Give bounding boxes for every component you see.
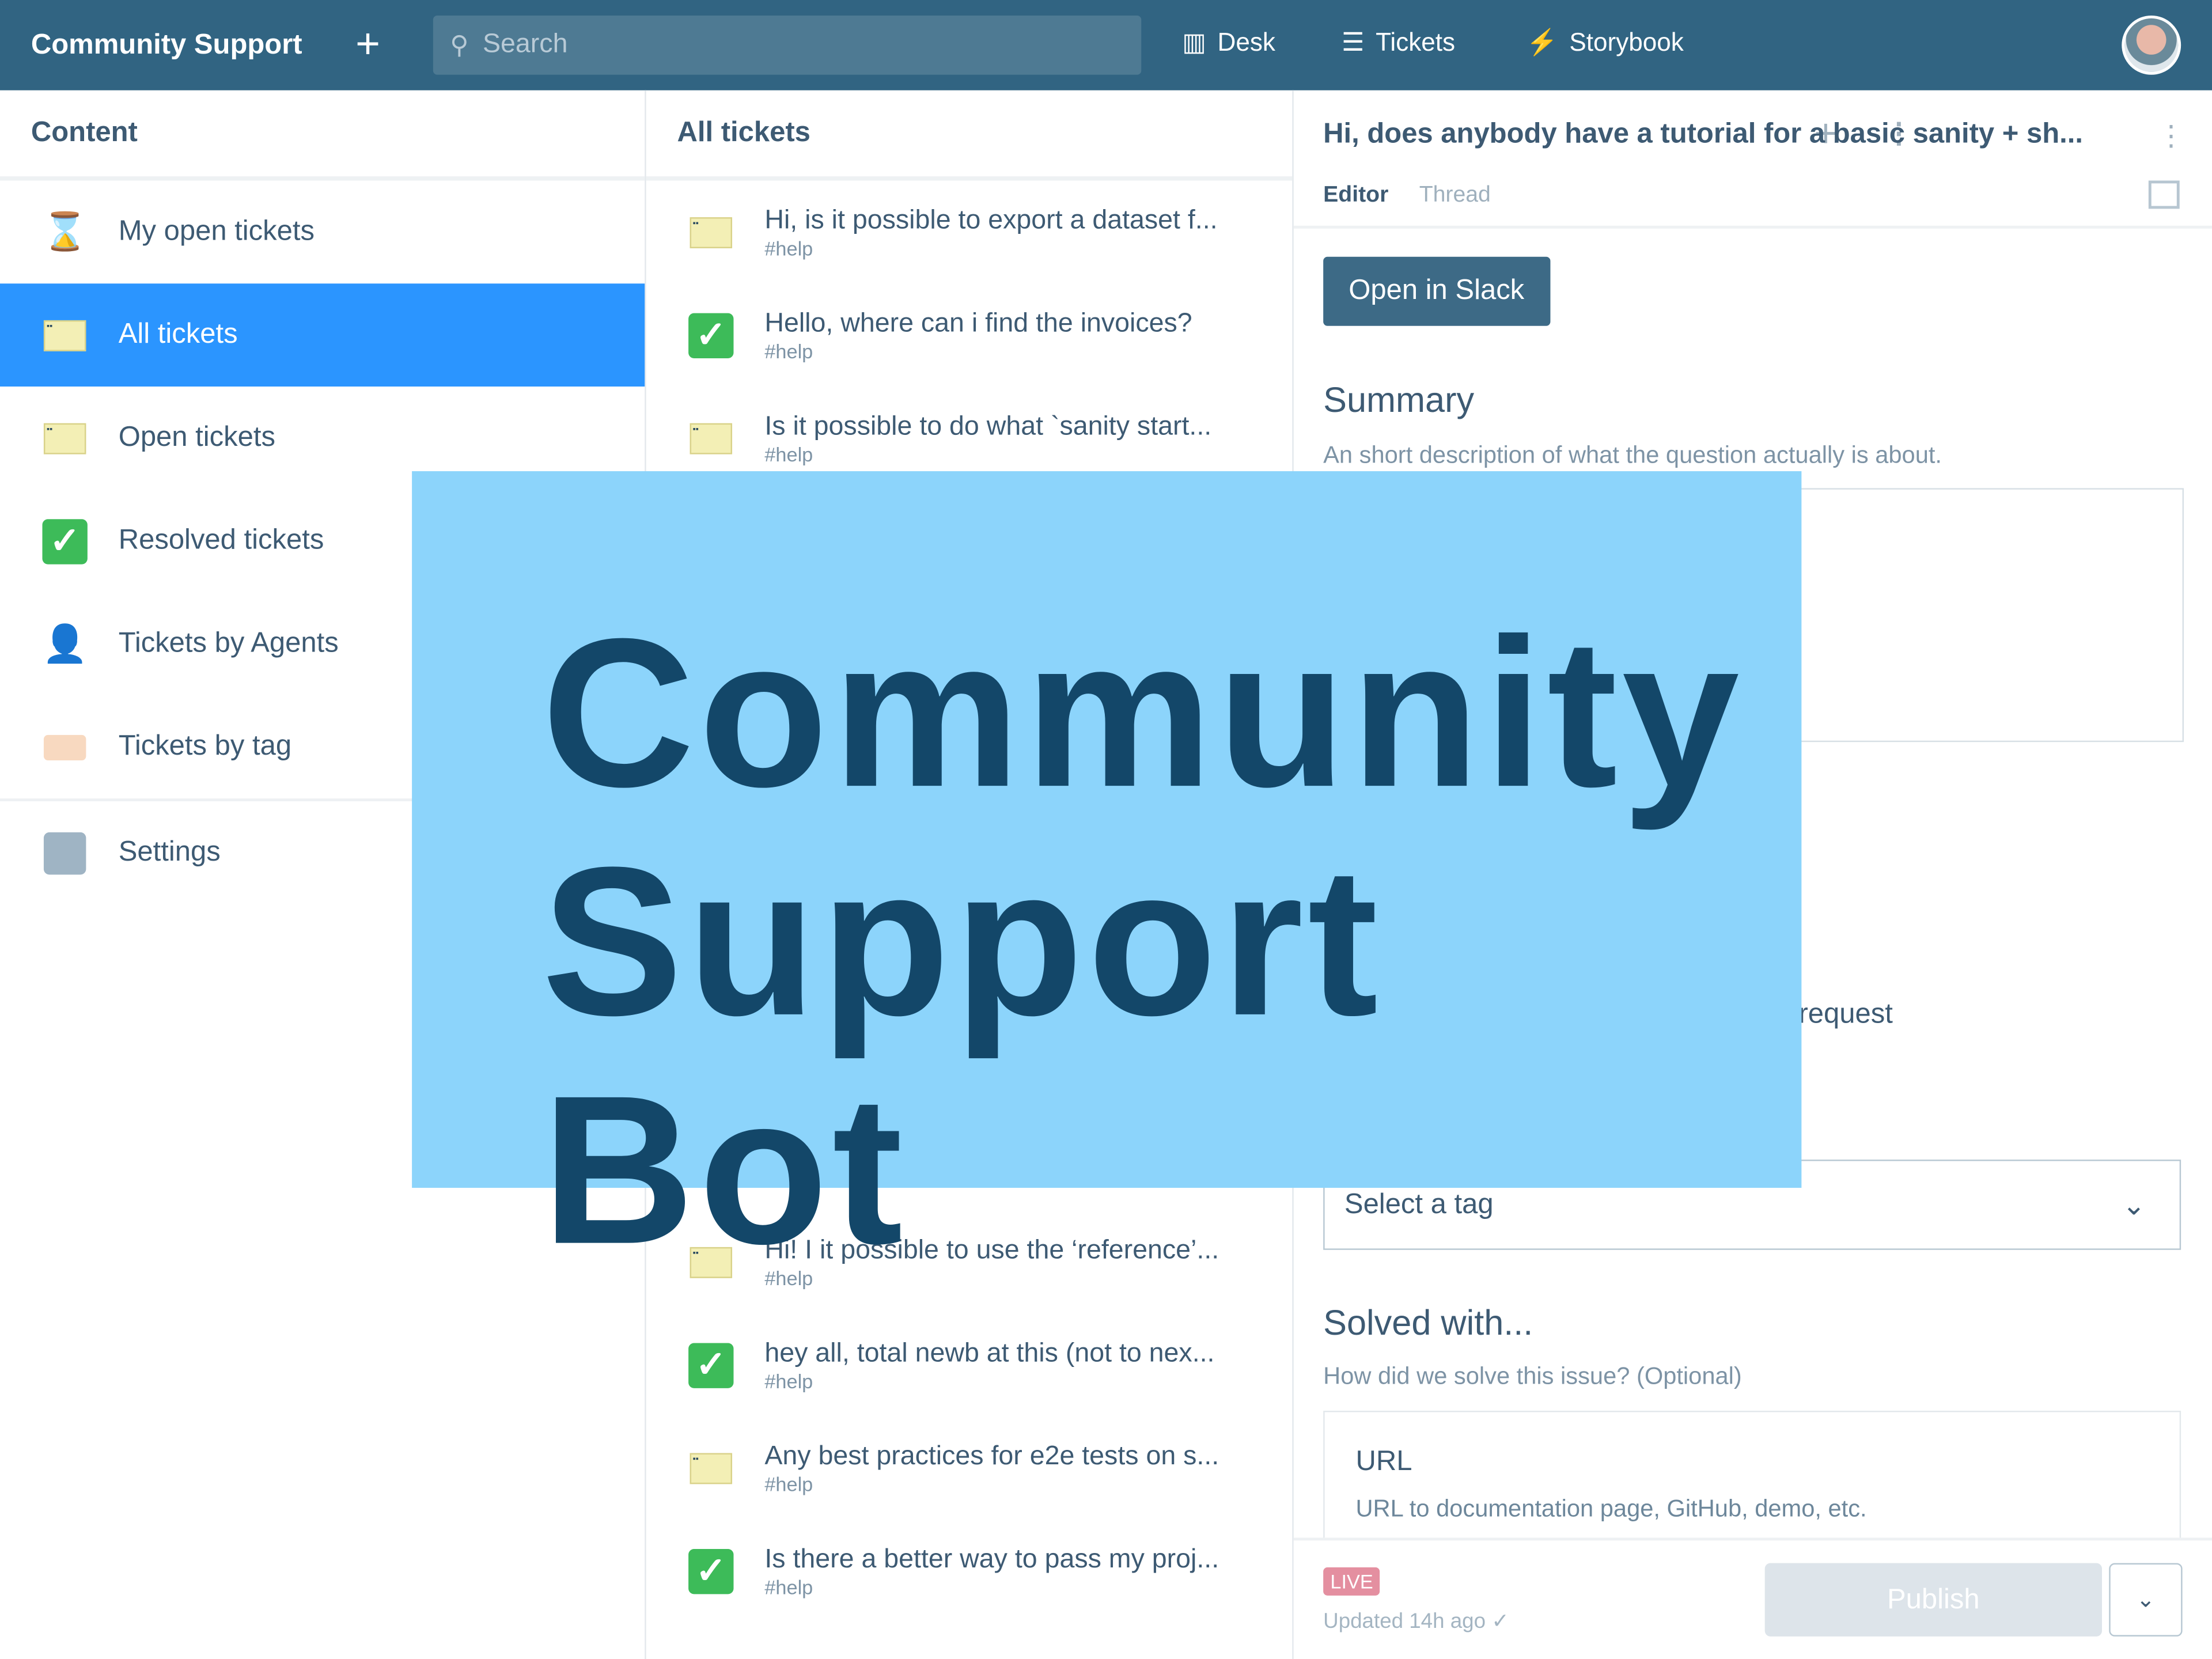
chevron-down-icon: ⌄ [2122, 1190, 2146, 1221]
search-input[interactable]: ⚲ Search [433, 15, 1142, 75]
ticket-icon: ▪▪ [688, 422, 733, 454]
list-icon: ☰ [1341, 28, 1365, 56]
avatar[interactable] [2122, 15, 2181, 75]
check-icon: ✓ [42, 518, 88, 564]
ticket-tag: #help [764, 442, 813, 465]
search-icon: ⚲ [450, 30, 469, 59]
sidebar-item-label: All tickets [118, 319, 238, 350]
ticket-icon: ▪▪ [688, 216, 733, 248]
ticket-title: Is it possible to do what `sanity start.… [764, 411, 1212, 441]
ticket-tag: #help [764, 1369, 813, 1392]
tag-icon [42, 725, 87, 770]
footer: LIVE Updated 14h ago ✓ Publish ⌄ [1293, 1537, 2212, 1659]
list-header: All tickets + ⋮ [646, 90, 1913, 181]
check-icon: ✓ [688, 312, 734, 358]
summary-description: An short description of what the questio… [1323, 441, 1942, 469]
ticket-tag: #help [764, 339, 813, 362]
list-title: All tickets [677, 117, 810, 149]
ticket-title: Any best practices for e2e tests on s... [764, 1441, 1219, 1471]
url-field[interactable]: URL URL to documentation page, GitHub, de… [1323, 1411, 2181, 1552]
ticket-list-item[interactable]: ✓ Is there a better way to pass my proj..… [646, 1520, 1252, 1623]
create-plus-icon[interactable]: + [355, 23, 380, 65]
search-placeholder: Search [483, 29, 568, 59]
sidebar-item-label: Resolved tickets [118, 525, 324, 556]
document-title: Hi, does anybody have a tutorial for a b… [1323, 118, 2083, 150]
sidebar-item-label: Settings [118, 836, 221, 868]
nav-label: Tickets [1376, 28, 1456, 56]
sidebar-title: Content [0, 90, 645, 181]
tab-editor[interactable]: Editor [1323, 183, 1388, 209]
overlay-title-line1: Community [541, 594, 1744, 831]
solved-description: How did we solve this issue? (Optional) [1323, 1362, 1742, 1390]
updated-status: Updated 14h ago ✓ [1323, 1609, 1510, 1634]
publish-button[interactable]: Publish [1764, 1563, 2103, 1637]
ticket-list-item[interactable]: ▪▪ Hi, is it possible to export a dataset… [646, 180, 1252, 283]
ticket-tag: #help [764, 1472, 813, 1495]
nav-tickets[interactable]: ☰ Tickets [1342, 28, 1455, 58]
ticket-icon: ▪▪ [42, 312, 87, 357]
nav-desk[interactable]: ▥ Desk [1182, 28, 1275, 58]
plug-icon: ⚡ [1526, 28, 1558, 56]
ticket-title: hey all, total newb at this (not to nex.… [764, 1338, 1215, 1368]
ticket-title: Hello, where can i find the invoices? [764, 308, 1192, 338]
app: Community Support + ⚲ Search ▥ Desk ☰ Ticke… [0, 0, 2212, 1659]
top-bar: Community Support + ⚲ Search ▥ Desk ☰ Ticke… [0, 0, 2212, 90]
title-overlay: Community Support Bot [412, 471, 1802, 1284]
ticket-tag: #help [764, 236, 813, 259]
hourglass-icon: ⌛ [42, 210, 88, 253]
url-description: URL to documentation page, GitHub, demo,… [1355, 1495, 1867, 1522]
ticket-list-item[interactable]: ✓ Hello, where can i find the invoices? #h… [646, 283, 1252, 387]
publish-menu-chevron-icon[interactable]: ⌄ [2109, 1563, 2183, 1637]
sidebar-item-my-open-tickets[interactable]: ⌛ My open tickets [0, 180, 645, 283]
more-menu-icon[interactable]: ⋮ [2157, 119, 2186, 154]
sidebar-item-label: Tickets by Agents [118, 627, 339, 659]
sidebar-item-label: My open tickets [118, 215, 315, 247]
control-knobs-icon [42, 830, 87, 875]
app-title[interactable]: Community Support [31, 29, 302, 61]
ticket-icon: ▪▪ [42, 415, 87, 460]
sidebar-item-label: Open tickets [118, 422, 275, 453]
ticket-list-item[interactable]: ▪▪Anyone developed an automated ba... [646, 1622, 1252, 1659]
nav-label: Storybook [1569, 28, 1684, 56]
ticket-icon: ▪▪ [688, 1452, 733, 1484]
partial-text: request [1798, 998, 1893, 1030]
sidebar-item-all-tickets[interactable]: ▪▪ All tickets [0, 283, 645, 387]
url-label: URL [1355, 1446, 1412, 1478]
ticket-title: Is there a better way to pass my proj... [764, 1544, 1219, 1574]
sidebar-item-label: Tickets by tag [118, 730, 292, 762]
ticket-list-item[interactable]: ▪▪ Any best practices for e2e tests on s.… [646, 1416, 1252, 1520]
check-icon: ✓ [688, 1548, 734, 1594]
check-icon: ✓ [688, 1342, 734, 1388]
nav-storybook[interactable]: ⚡ Storybook [1527, 28, 1684, 58]
overlay-title-line2: Support Bot [541, 822, 1382, 1288]
person-icon: 👤 [42, 622, 88, 665]
nav-label: Desk [1217, 28, 1275, 56]
live-badge: LIVE [1323, 1567, 1381, 1596]
ticket-list-item[interactable]: ✓ hey all, total newb at this (not to nex… [646, 1313, 1252, 1416]
ticket-title: Hi, is it possible to export a dataset f… [764, 205, 1218, 235]
open-in-slack-button[interactable]: Open in Slack [1323, 256, 1550, 326]
columns-icon: ▥ [1182, 28, 1206, 56]
ticket-tag: #help [764, 1575, 813, 1598]
summary-label: Summary [1323, 381, 1475, 421]
tab-thread[interactable]: Thread [1419, 183, 1491, 209]
split-pane-icon[interactable] [2148, 180, 2180, 209]
solved-label: Solved with... [1323, 1303, 1533, 1343]
